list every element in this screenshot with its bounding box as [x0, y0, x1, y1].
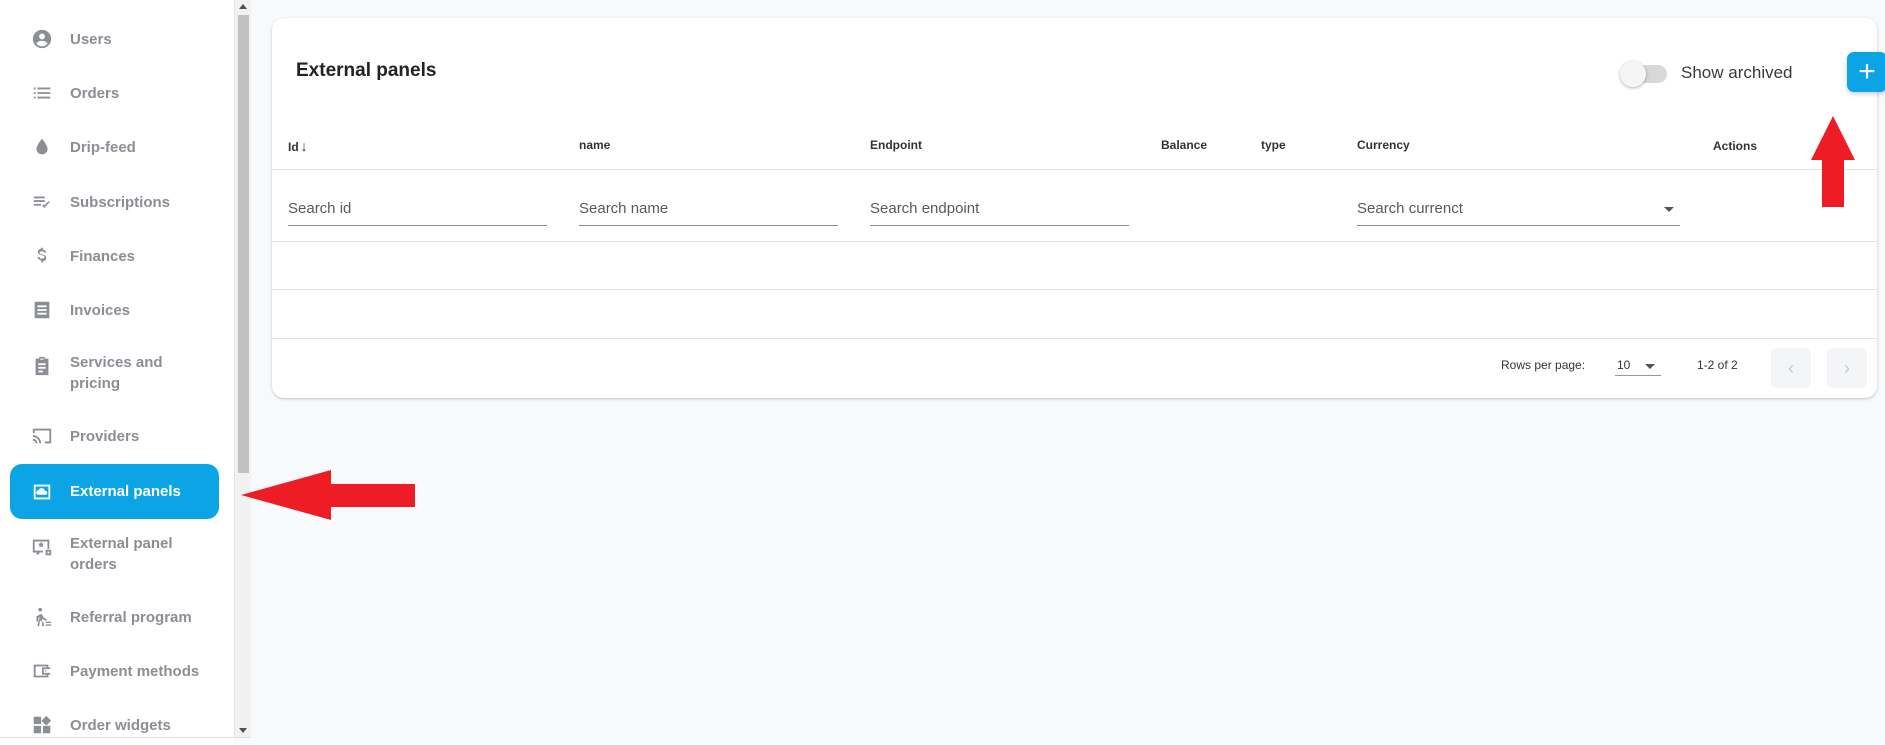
- divider: [272, 169, 1877, 170]
- sidebar-item-label: Users: [70, 30, 112, 48]
- column-header-name[interactable]: name: [579, 138, 610, 152]
- sort-arrow-down-icon[interactable]: ↓: [301, 138, 308, 154]
- sidebar-item-label: Services and pricing: [70, 354, 163, 392]
- sidebar-item-label: External panels: [70, 483, 181, 500]
- sidebar-scrollbar[interactable]: [234, 0, 251, 737]
- widgets-icon: [30, 713, 54, 737]
- divider: [0, 737, 251, 738]
- rows-per-page-value: 10: [1617, 358, 1631, 372]
- playlist-check-icon: [30, 190, 54, 214]
- toggle-thumb: [1620, 61, 1646, 87]
- table-row: [272, 289, 1877, 290]
- column-header-currency[interactable]: Currency: [1357, 138, 1410, 152]
- add-panel-button[interactable]: +: [1847, 52, 1885, 92]
- plus-icon: +: [1858, 55, 1876, 88]
- chevron-right-icon: ›: [1844, 357, 1850, 378]
- scroll-down-icon[interactable]: [239, 728, 247, 733]
- sidebar-item-subscriptions[interactable]: Subscriptions: [10, 186, 219, 218]
- monitor-star-icon: [30, 535, 54, 559]
- show-archived-label: Show archived: [1681, 63, 1793, 82]
- sidebar: Users Orders Drip-feed Subscriptions Fin…: [0, 0, 234, 745]
- account-circle-icon: [30, 27, 54, 51]
- prev-page-button[interactable]: ‹: [1771, 348, 1811, 388]
- column-header-endpoint[interactable]: Endpoint: [870, 138, 922, 152]
- column-header-actions: Actions: [1713, 139, 1758, 153]
- sidebar-item-label: External panel orders: [70, 535, 173, 573]
- wallet-icon: [30, 659, 54, 683]
- invoice-icon: [30, 298, 54, 322]
- sidebar-item-label: Referral program: [70, 608, 192, 626]
- sidebar-item-providers[interactable]: Providers: [10, 420, 219, 452]
- sidebar-item-label: Payment methods: [70, 662, 200, 680]
- sidebar-item-users[interactable]: Users: [10, 23, 219, 55]
- column-header-balance[interactable]: Balance: [1161, 138, 1207, 152]
- cast-icon: [30, 424, 54, 448]
- rows-per-page-select[interactable]: 10: [1615, 348, 1661, 376]
- sidebar-item-orders[interactable]: Orders: [10, 77, 219, 109]
- search-id-field[interactable]: [288, 194, 547, 217]
- divider: [272, 338, 1877, 339]
- sidebar-item-services-and-pricing[interactable]: Services and pricing: [10, 352, 219, 402]
- page-title: External panels: [296, 60, 437, 81]
- chevron-left-icon: ‹: [1788, 357, 1794, 378]
- sidebar-item-external-panel-orders[interactable]: External panel orders: [10, 533, 219, 583]
- sidebar-item-label: Invoices: [70, 301, 131, 319]
- chevron-down-icon: [1645, 364, 1655, 369]
- list-icon: [30, 81, 54, 105]
- scroll-up-icon[interactable]: [239, 4, 247, 9]
- search-name-input[interactable]: [579, 194, 838, 226]
- sidebar-item-label: Orders: [70, 84, 120, 102]
- cloud-panel-icon: [30, 480, 54, 504]
- walk-icon: [30, 605, 54, 629]
- search-endpoint-input[interactable]: [870, 194, 1129, 226]
- sidebar-item-referral-program[interactable]: Referral program: [10, 601, 219, 633]
- chevron-down-icon: [1664, 207, 1674, 212]
- search-name-field[interactable]: [579, 194, 838, 217]
- next-page-button[interactable]: ›: [1827, 348, 1867, 388]
- dollar-icon: [30, 244, 54, 268]
- search-endpoint-field[interactable]: [870, 194, 1129, 217]
- search-id-input[interactable]: [288, 194, 547, 226]
- sidebar-item-label: Drip-feed: [70, 138, 136, 156]
- sidebar-item-finances[interactable]: Finances: [10, 240, 219, 272]
- annotation-arrow-left: [241, 470, 415, 520]
- sidebar-item-label: Finances: [70, 247, 136, 265]
- sidebar-item-external-panels[interactable]: External panels: [10, 464, 219, 519]
- sidebar-item-label: Providers: [70, 427, 140, 445]
- sidebar-item-invoices[interactable]: Invoices: [10, 294, 219, 326]
- pagination-range: 1-2 of 2: [1697, 358, 1738, 372]
- search-currency-select[interactable]: [1357, 194, 1680, 226]
- drop-icon: [30, 135, 54, 159]
- annotation-arrow-up: [1811, 116, 1855, 207]
- sidebar-item-label: Subscriptions: [70, 193, 171, 211]
- sidebar-item-payment-methods[interactable]: Payment methods: [10, 655, 219, 687]
- scroll-thumb[interactable]: [238, 15, 249, 473]
- sidebar-item-drip-feed[interactable]: Drip-feed: [10, 131, 219, 163]
- sidebar-item-label: Order widgets: [70, 716, 171, 734]
- column-header-id[interactable]: Id ↓: [288, 138, 308, 154]
- search-currency-field[interactable]: [1357, 194, 1680, 217]
- column-header-type[interactable]: type: [1261, 138, 1286, 152]
- table-row: [272, 241, 1877, 242]
- clipboard-icon: [30, 354, 54, 378]
- show-archived-toggle[interactable]: [1620, 59, 1670, 87]
- rows-per-page-label: Rows per page:: [1501, 358, 1586, 372]
- external-panels-card: External panels Show archived + Id ↓ name…: [272, 18, 1885, 398]
